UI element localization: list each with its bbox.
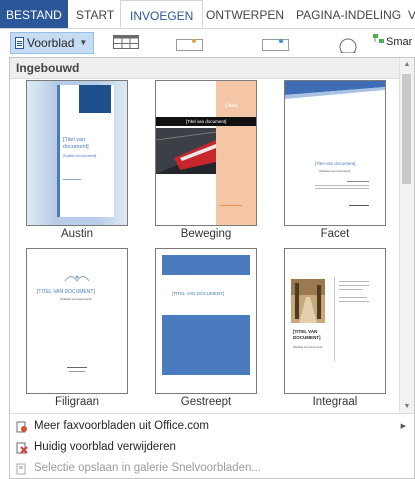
cover-page-gallery: Ingebouwd ▲ ▼ [Titel van document] [Subt… (9, 57, 415, 479)
austin-accent-block (79, 85, 111, 113)
gestreept-bottom-band (162, 315, 250, 375)
menu-separator (10, 413, 414, 414)
facet-title: [Titel van document] (315, 161, 356, 166)
integraal-subtitle: [Subtitel van document] (293, 345, 323, 349)
section-title: Ingebouwd (16, 61, 80, 75)
facet-line-2 (315, 185, 369, 186)
gestreept-top-band (162, 255, 250, 275)
save-selection-icon (16, 463, 26, 475)
template-gestreept[interactable]: [TITEL VAN DOCUMENT] (155, 248, 257, 394)
filigraan-ornament (64, 275, 90, 282)
shapes-icon[interactable] (334, 35, 364, 53)
template-integraal-label[interactable]: Integraal (284, 396, 386, 408)
scroll-thumb[interactable] (402, 74, 411, 184)
integraal-text-line-5 (339, 301, 369, 302)
delete-icon (16, 442, 28, 454)
template-austin[interactable]: [Titel van document] [Subtitel van docum… (26, 80, 128, 226)
tab-more[interactable]: V (408, 0, 415, 28)
integraal-text-line-1 (339, 281, 369, 282)
gallery-scrollbar[interactable]: ▲ ▼ (399, 58, 414, 413)
tab-ontwerpen[interactable]: ONTWERPEN (206, 0, 284, 28)
austin-subtitle: [Subtitel van document] (63, 154, 97, 158)
integraal-text-line-4 (339, 297, 367, 298)
integraal-text-line-2 (339, 285, 369, 286)
filigraan-title: [TITEL VAN DOCUMENT] (37, 289, 95, 295)
smartart-icon[interactable] (372, 33, 386, 47)
integraal-landscape-photo (291, 279, 325, 323)
template-integraal[interactable]: [TITEL VAN DOCUMENT] [Subtitel van docum… (284, 248, 386, 394)
filigraan-date-line (69, 371, 85, 372)
scroll-down-icon[interactable]: ▼ (400, 400, 414, 413)
menu-label-remove-cover: Huidig voorblad verwijderen (34, 441, 176, 453)
voorblad-label: Voorblad (27, 36, 75, 50)
filigraan-subtitle: [Subtitel van document] (60, 297, 92, 301)
table-icon[interactable] (113, 35, 139, 49)
smartart-label[interactable]: Smar (386, 36, 412, 48)
template-filigraan[interactable]: [TITEL VAN DOCUMENT] [Subtitel van docum… (26, 248, 128, 394)
office-icon (16, 421, 27, 433)
integraal-text-line-3 (339, 289, 363, 290)
picture-icon[interactable] (176, 35, 204, 51)
tab-invoegen[interactable]: INVOEGEN (120, 0, 204, 28)
gestreept-title: [TITEL VAN DOCUMENT] (172, 291, 225, 296)
cover-page-icon (15, 37, 24, 49)
menu-item-remove-cover[interactable]: Huidig voorblad verwijderen (10, 438, 414, 458)
beweging-author-line (220, 205, 242, 206)
austin-title: [Titel van document] (63, 137, 89, 150)
tab-pagina-indeling[interactable]: PAGINA-INDELING (296, 0, 401, 28)
scroll-up-icon[interactable]: ▲ (400, 58, 414, 71)
section-header: Ingebouwd (10, 58, 400, 79)
menu-label-save-selection: Selectie opslaan in galerie Snelvoorblad… (34, 462, 261, 474)
template-gestreept-label[interactable]: Gestreept (155, 396, 257, 408)
chevron-down-icon: ▼ (79, 38, 88, 47)
tab-start[interactable]: START (76, 0, 114, 28)
menu-label-more-fax-covers: Meer faxvoorbladen uit Office.com (34, 420, 209, 432)
ribbon-command-row: Voorblad ▼ Smar (0, 29, 415, 57)
submenu-arrow-icon: ▶ (400, 423, 406, 430)
menu-item-more-fax-covers[interactable]: Meer faxvoorbladen uit Office.com ▶ (10, 417, 414, 437)
online-picture-icon[interactable] (262, 35, 290, 51)
facet-author-line (349, 205, 369, 206)
facet-line-3 (315, 188, 369, 189)
template-austin-label[interactable]: Austin (26, 228, 128, 240)
beweging-title: [Titel van document] (186, 119, 227, 124)
template-beweging[interactable]: [Jaar] [Titel van document] (155, 80, 257, 226)
template-facet[interactable]: [Titel van document] [Subtitel van docum… (284, 80, 386, 226)
facet-subtitle: [Subtitel van document] (319, 169, 351, 173)
facet-line-1 (347, 181, 369, 182)
filigraan-author-line (67, 367, 87, 368)
integraal-divider (334, 277, 335, 361)
template-beweging-label[interactable]: Beweging (155, 228, 257, 240)
voorblad-button[interactable]: Voorblad ▼ (10, 32, 95, 54)
facet-header-band (285, 81, 385, 99)
beweging-year: [Jaar] (225, 103, 238, 109)
menu-item-save-selection[interactable]: Selectie opslaan in galerie Snelvoorblad… (10, 459, 414, 479)
template-facet-label[interactable]: Facet (284, 228, 386, 240)
beweging-train-photo (156, 128, 216, 174)
austin-author-line (63, 179, 81, 180)
template-filigraan-label[interactable]: Filigraan (26, 396, 128, 408)
ribbon-tab-bar: BESTAND START INVOEGEN ONTWERPEN PAGINA-… (0, 0, 415, 29)
tab-bestand[interactable]: BESTAND (0, 0, 68, 28)
integraal-title: [TITEL VAN DOCUMENT] (293, 329, 321, 340)
